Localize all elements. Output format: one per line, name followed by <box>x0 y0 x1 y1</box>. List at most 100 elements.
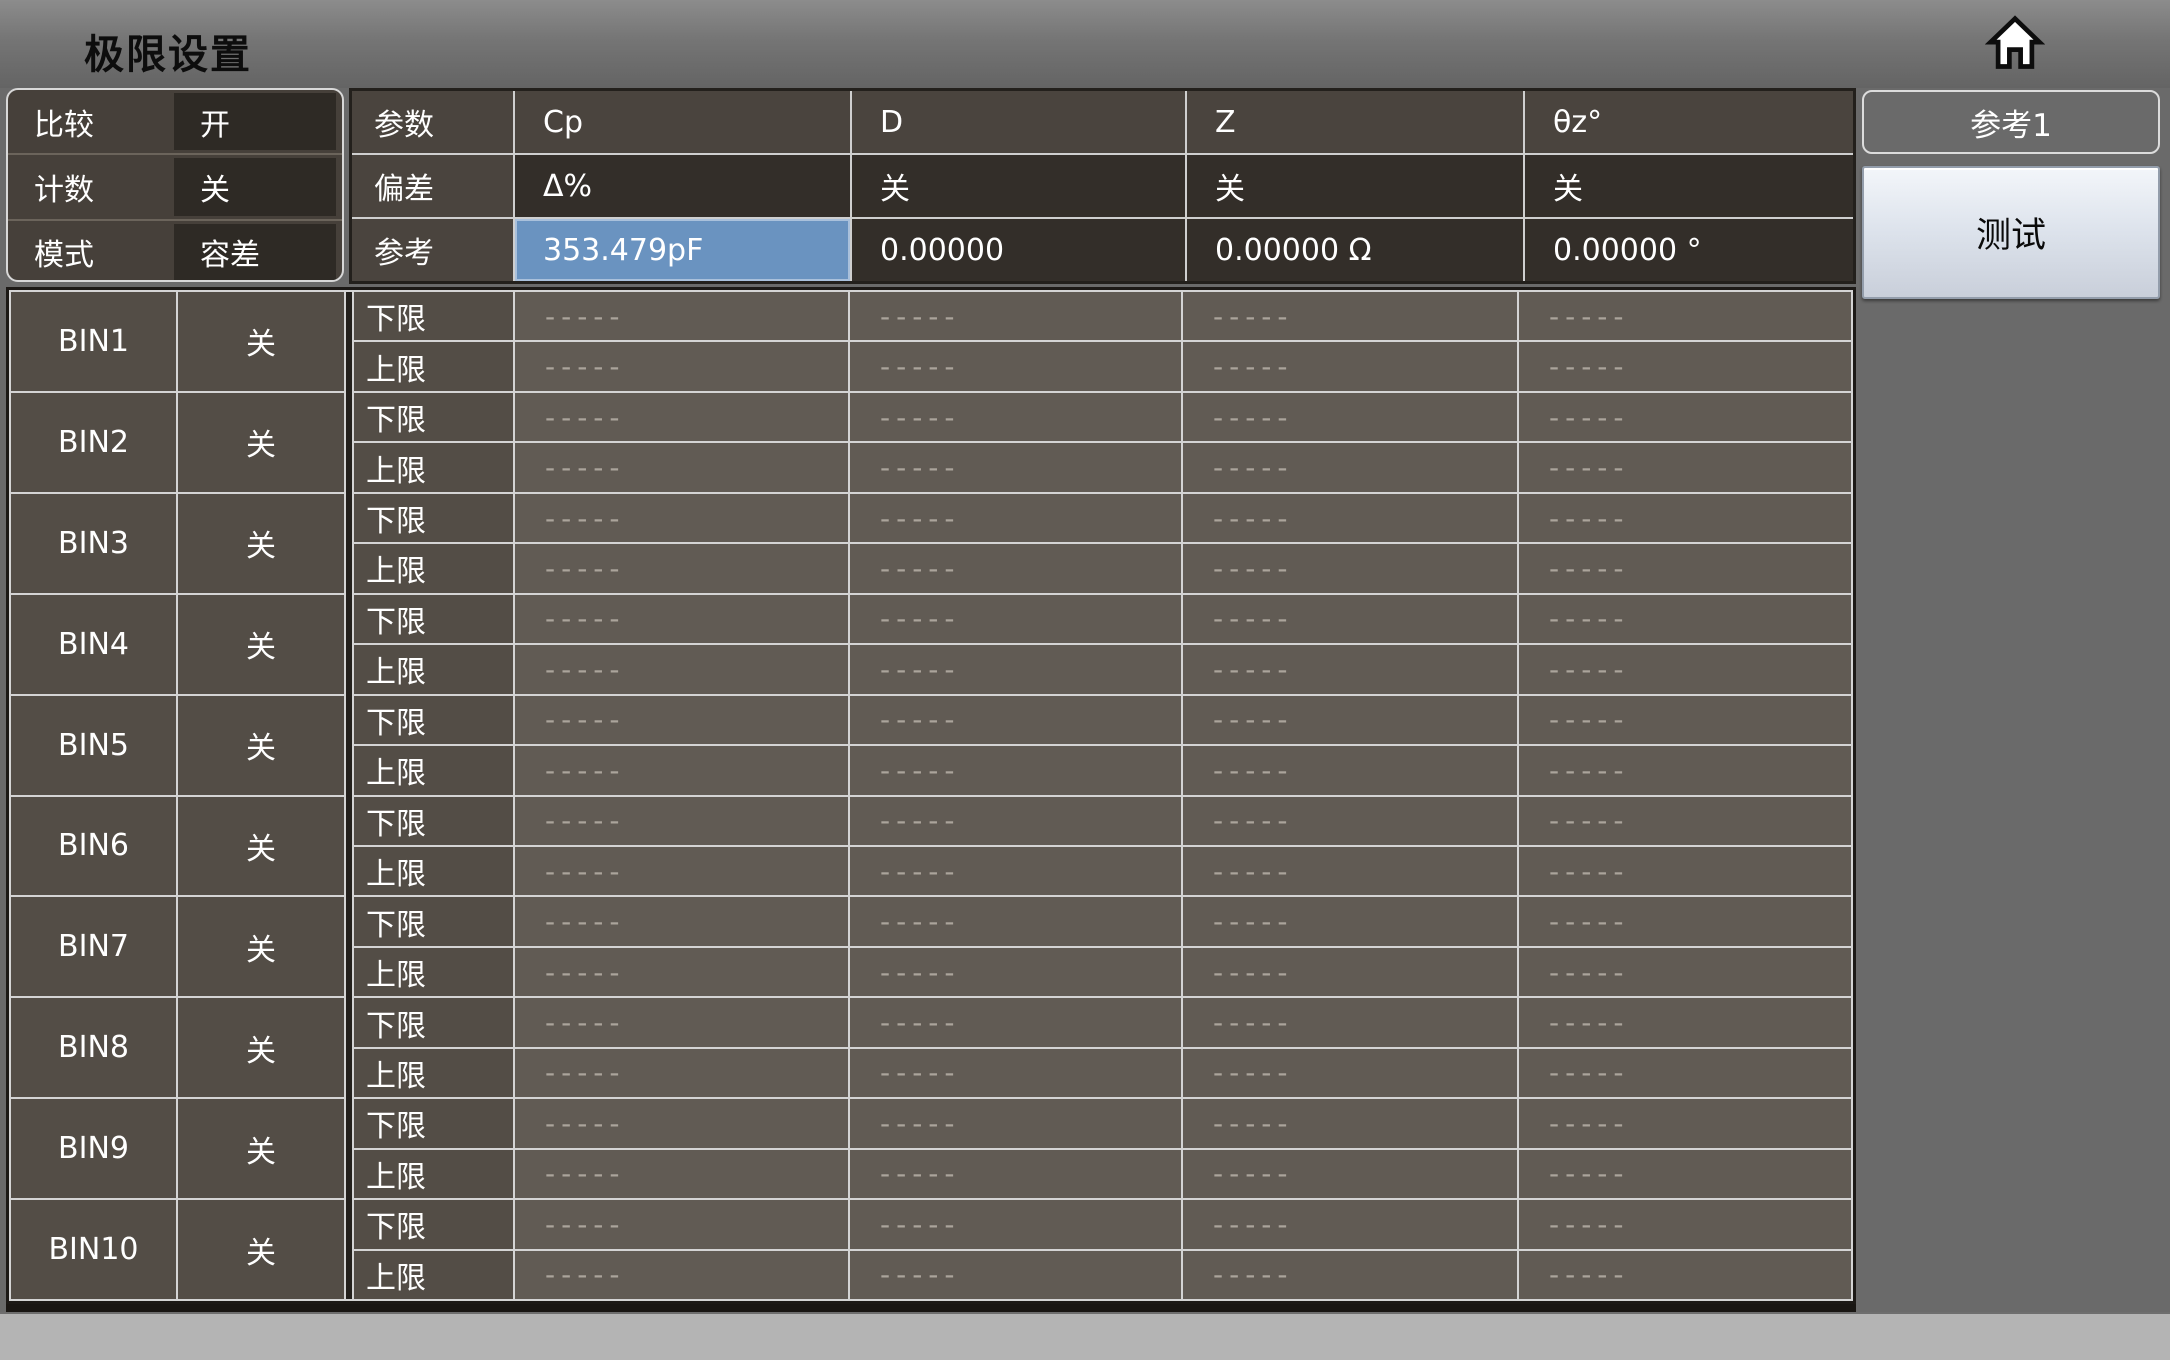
limit-value-cell[interactable]: ----- <box>1183 292 1517 341</box>
limit-value-cell[interactable]: ----- <box>850 1149 1181 1199</box>
limit-value-cell[interactable]: ----- <box>850 342 1181 391</box>
limit-value-cell[interactable]: ----- <box>1183 1250 1517 1299</box>
deviation-cell-d[interactable]: 关 <box>852 155 1185 217</box>
limit-value-cell[interactable]: ----- <box>850 443 1181 492</box>
limit-value-cell[interactable]: ----- <box>1519 695 1851 745</box>
bin-state-toggle[interactable]: 关 <box>178 292 344 391</box>
limit-value-cell[interactable]: ----- <box>1519 1149 1851 1199</box>
limit-value-cell[interactable]: ----- <box>1519 846 1851 896</box>
limit-value-cell[interactable]: ----- <box>1519 443 1851 492</box>
limit-value-cell[interactable]: ----- <box>515 292 848 341</box>
limit-value-cell[interactable]: ----- <box>850 1250 1181 1299</box>
limit-value-cell[interactable]: ----- <box>515 998 848 1047</box>
limit-value-cell[interactable]: ----- <box>1183 846 1517 896</box>
test-button[interactable]: 测试 <box>1862 166 2160 299</box>
limit-value-cell[interactable]: ----- <box>850 493 1181 543</box>
limit-value-cell[interactable]: ----- <box>1183 645 1517 694</box>
home-icon[interactable] <box>1984 14 2046 74</box>
limit-value-cell[interactable]: ----- <box>515 392 848 442</box>
limit-value-cell[interactable]: ----- <box>1519 746 1851 795</box>
limit-value-cell[interactable]: ----- <box>850 544 1181 593</box>
reference-cell-theta[interactable]: 0.00000 ° <box>1525 219 1853 281</box>
deviation-cell-z[interactable]: 关 <box>1187 155 1523 217</box>
count-toggle[interactable]: 关 <box>174 158 336 216</box>
bin-state-toggle[interactable]: 关 <box>178 796 344 896</box>
limit-value-cell[interactable]: ----- <box>1519 292 1851 341</box>
param-header-theta[interactable]: θz° <box>1525 91 1853 153</box>
limit-value-cell[interactable]: ----- <box>1519 342 1851 391</box>
limit-value-cell[interactable]: ----- <box>515 443 848 492</box>
limit-value-cell[interactable]: ----- <box>850 947 1181 997</box>
limit-value-cell[interactable]: ----- <box>515 1149 848 1199</box>
limit-value-cell[interactable]: ----- <box>1183 695 1517 745</box>
limit-value-cell[interactable]: ----- <box>1519 947 1851 997</box>
limit-value-cell[interactable]: ----- <box>515 846 848 896</box>
limit-value-cell[interactable]: ----- <box>1183 1099 1517 1148</box>
limit-value-cell[interactable]: ----- <box>515 1200 848 1249</box>
limit-value-cell[interactable]: ----- <box>515 695 848 745</box>
compare-toggle[interactable]: 开 <box>174 93 336 151</box>
reference-cell-cp-selected[interactable]: 353.479pF <box>515 219 850 281</box>
limit-value-cell[interactable]: ----- <box>515 796 848 845</box>
limit-value-cell[interactable]: ----- <box>850 746 1181 795</box>
limit-value-cell[interactable]: ----- <box>1183 342 1517 391</box>
limit-value-cell[interactable]: ----- <box>850 1099 1181 1148</box>
limit-value-cell[interactable]: ----- <box>1183 443 1517 492</box>
bin-state-toggle[interactable]: 关 <box>178 998 344 1098</box>
param-header-d[interactable]: D <box>852 91 1185 153</box>
limit-value-cell[interactable]: ----- <box>1183 1149 1517 1199</box>
limit-value-cell[interactable]: ----- <box>1519 392 1851 442</box>
limit-value-cell[interactable]: ----- <box>1183 594 1517 644</box>
limit-value-cell[interactable]: ----- <box>850 645 1181 694</box>
limit-value-cell[interactable]: ----- <box>515 342 848 391</box>
limit-value-cell[interactable]: ----- <box>1183 947 1517 997</box>
bin-state-toggle[interactable]: 关 <box>178 392 344 492</box>
limit-value-cell[interactable]: ----- <box>850 998 1181 1047</box>
bin-state-toggle[interactable]: 关 <box>178 897 344 997</box>
limit-value-cell[interactable]: ----- <box>1519 493 1851 543</box>
limit-value-cell[interactable]: ----- <box>515 645 848 694</box>
limit-value-cell[interactable]: ----- <box>515 544 848 593</box>
mode-toggle[interactable]: 容差 <box>174 223 336 280</box>
limit-value-cell[interactable]: ----- <box>1183 897 1517 946</box>
limit-value-cell[interactable]: ----- <box>1519 897 1851 946</box>
limit-value-cell[interactable]: ----- <box>1519 1200 1851 1249</box>
limit-value-cell[interactable]: ----- <box>1519 594 1851 644</box>
limit-value-cell[interactable]: ----- <box>515 1099 848 1148</box>
deviation-cell-theta[interactable]: 关 <box>1525 155 1853 217</box>
limit-value-cell[interactable]: ----- <box>1183 392 1517 442</box>
limit-value-cell[interactable]: ----- <box>850 1048 1181 1098</box>
limit-value-cell[interactable]: ----- <box>1519 1250 1851 1299</box>
limit-value-cell[interactable]: ----- <box>1183 998 1517 1047</box>
limit-value-cell[interactable]: ----- <box>850 1200 1181 1249</box>
limit-value-cell[interactable]: ----- <box>1519 645 1851 694</box>
limit-value-cell[interactable]: ----- <box>1183 1048 1517 1098</box>
limit-value-cell[interactable]: ----- <box>515 594 848 644</box>
bin-state-toggle[interactable]: 关 <box>178 493 344 593</box>
limit-value-cell[interactable]: ----- <box>850 392 1181 442</box>
limit-value-cell[interactable]: ----- <box>850 846 1181 896</box>
limit-value-cell[interactable]: ----- <box>1183 746 1517 795</box>
bin-state-toggle[interactable]: 关 <box>178 594 344 694</box>
limit-value-cell[interactable]: ----- <box>1519 1048 1851 1098</box>
limit-value-cell[interactable]: ----- <box>1519 544 1851 593</box>
deviation-cell-cp[interactable]: Δ% <box>515 155 850 217</box>
limit-value-cell[interactable]: ----- <box>1183 796 1517 845</box>
limit-value-cell[interactable]: ----- <box>1183 544 1517 593</box>
bin-state-toggle[interactable]: 关 <box>178 695 344 795</box>
limit-value-cell[interactable]: ----- <box>515 897 848 946</box>
limit-value-cell[interactable]: ----- <box>1183 1200 1517 1249</box>
reference-1-badge[interactable]: 参考1 <box>1862 90 2160 154</box>
limit-value-cell[interactable]: ----- <box>515 493 848 543</box>
param-header-z[interactable]: Z <box>1187 91 1523 153</box>
limit-value-cell[interactable]: ----- <box>1519 796 1851 845</box>
bin-state-toggle[interactable]: 关 <box>178 1200 344 1299</box>
limit-value-cell[interactable]: ----- <box>515 1048 848 1098</box>
limit-value-cell[interactable]: ----- <box>1519 998 1851 1047</box>
limit-value-cell[interactable]: ----- <box>515 1250 848 1299</box>
limit-value-cell[interactable]: ----- <box>850 796 1181 845</box>
limit-value-cell[interactable]: ----- <box>515 746 848 795</box>
limit-value-cell[interactable]: ----- <box>850 695 1181 745</box>
limit-value-cell[interactable]: ----- <box>850 292 1181 341</box>
bin-state-toggle[interactable]: 关 <box>178 1099 344 1199</box>
